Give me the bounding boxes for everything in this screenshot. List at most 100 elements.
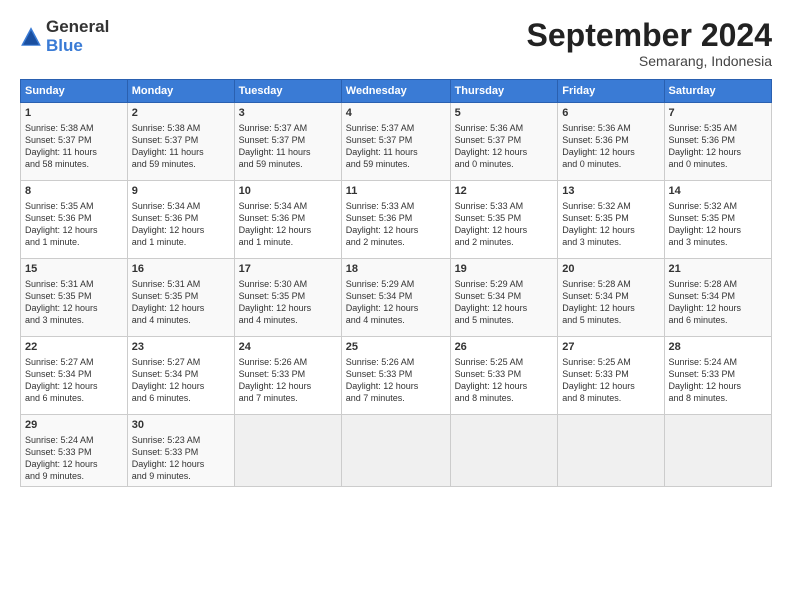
table-row: 1Sunrise: 5:38 AMSunset: 5:37 PMDaylight… <box>21 103 128 181</box>
day-info: Daylight: 12 hours <box>669 302 767 314</box>
table-row <box>664 415 771 486</box>
day-info: and 59 minutes. <box>239 158 337 170</box>
day-info: and 7 minutes. <box>346 392 446 404</box>
day-info: Sunset: 5:34 PM <box>25 368 123 380</box>
day-info: Daylight: 12 hours <box>346 302 446 314</box>
day-info: Daylight: 12 hours <box>562 146 659 158</box>
table-row: 6Sunrise: 5:36 AMSunset: 5:36 PMDaylight… <box>558 103 664 181</box>
day-info: Sunrise: 5:26 AM <box>239 356 337 368</box>
day-info: Sunset: 5:36 PM <box>346 212 446 224</box>
day-info: and 3 minutes. <box>669 236 767 248</box>
day-number: 23 <box>132 340 230 355</box>
day-info: Sunset: 5:35 PM <box>669 212 767 224</box>
day-info: Daylight: 12 hours <box>562 380 659 392</box>
col-friday: Friday <box>558 80 664 103</box>
day-number: 28 <box>669 340 767 355</box>
table-row: 5Sunrise: 5:36 AMSunset: 5:37 PMDaylight… <box>450 103 558 181</box>
day-info: Sunset: 5:34 PM <box>132 368 230 380</box>
logo-text: General Blue <box>46 18 109 55</box>
day-info: and 0 minutes. <box>669 158 767 170</box>
day-info: and 0 minutes. <box>562 158 659 170</box>
table-row: 11Sunrise: 5:33 AMSunset: 5:36 PMDayligh… <box>341 181 450 259</box>
day-info: Sunrise: 5:37 AM <box>239 122 337 134</box>
table-row: 23Sunrise: 5:27 AMSunset: 5:34 PMDayligh… <box>127 337 234 415</box>
table-row: 4Sunrise: 5:37 AMSunset: 5:37 PMDaylight… <box>341 103 450 181</box>
table-row <box>558 415 664 486</box>
table-row: 8Sunrise: 5:35 AMSunset: 5:36 PMDaylight… <box>21 181 128 259</box>
day-info: and 59 minutes. <box>346 158 446 170</box>
day-info: and 4 minutes. <box>132 314 230 326</box>
table-row: 9Sunrise: 5:34 AMSunset: 5:36 PMDaylight… <box>127 181 234 259</box>
day-number: 29 <box>25 418 123 433</box>
day-number: 11 <box>346 184 446 199</box>
day-info: Sunset: 5:36 PM <box>562 134 659 146</box>
day-info: Sunrise: 5:26 AM <box>346 356 446 368</box>
table-row: 20Sunrise: 5:28 AMSunset: 5:34 PMDayligh… <box>558 259 664 337</box>
day-info: Sunrise: 5:29 AM <box>455 278 554 290</box>
day-info: Sunset: 5:36 PM <box>132 212 230 224</box>
table-row: 28Sunrise: 5:24 AMSunset: 5:33 PMDayligh… <box>664 337 771 415</box>
table-row: 22Sunrise: 5:27 AMSunset: 5:34 PMDayligh… <box>21 337 128 415</box>
subtitle: Semarang, Indonesia <box>527 53 772 69</box>
table-row: 17Sunrise: 5:30 AMSunset: 5:35 PMDayligh… <box>234 259 341 337</box>
day-info: Sunset: 5:35 PM <box>25 290 123 302</box>
day-info: Sunset: 5:33 PM <box>562 368 659 380</box>
day-info: and 3 minutes. <box>25 314 123 326</box>
table-row: 18Sunrise: 5:29 AMSunset: 5:34 PMDayligh… <box>341 259 450 337</box>
day-info: Sunset: 5:37 PM <box>25 134 123 146</box>
day-number: 18 <box>346 262 446 277</box>
table-row: 15Sunrise: 5:31 AMSunset: 5:35 PMDayligh… <box>21 259 128 337</box>
table-row: 7Sunrise: 5:35 AMSunset: 5:36 PMDaylight… <box>664 103 771 181</box>
day-info: Sunrise: 5:34 AM <box>239 200 337 212</box>
day-info: Sunset: 5:34 PM <box>562 290 659 302</box>
day-number: 21 <box>669 262 767 277</box>
day-info: Sunrise: 5:32 AM <box>562 200 659 212</box>
day-info: Sunrise: 5:36 AM <box>455 122 554 134</box>
day-number: 27 <box>562 340 659 355</box>
table-row: 12Sunrise: 5:33 AMSunset: 5:35 PMDayligh… <box>450 181 558 259</box>
day-info: Sunrise: 5:27 AM <box>25 356 123 368</box>
day-number: 30 <box>132 418 230 433</box>
day-info: Sunrise: 5:37 AM <box>346 122 446 134</box>
day-number: 24 <box>239 340 337 355</box>
day-info: Daylight: 12 hours <box>346 224 446 236</box>
day-info: and 4 minutes. <box>239 314 337 326</box>
day-info: Sunrise: 5:23 AM <box>132 434 230 446</box>
day-info: Sunset: 5:36 PM <box>239 212 337 224</box>
col-tuesday: Tuesday <box>234 80 341 103</box>
day-number: 8 <box>25 184 123 199</box>
day-info: Sunrise: 5:29 AM <box>346 278 446 290</box>
day-info: Sunrise: 5:33 AM <box>346 200 446 212</box>
day-info: Sunset: 5:35 PM <box>562 212 659 224</box>
day-info: Sunrise: 5:34 AM <box>132 200 230 212</box>
table-row: 10Sunrise: 5:34 AMSunset: 5:36 PMDayligh… <box>234 181 341 259</box>
day-info: and 3 minutes. <box>562 236 659 248</box>
day-number: 5 <box>455 106 554 121</box>
header: General Blue September 2024 Semarang, In… <box>20 18 772 69</box>
table-row: 27Sunrise: 5:25 AMSunset: 5:33 PMDayligh… <box>558 337 664 415</box>
day-info: Daylight: 12 hours <box>455 380 554 392</box>
day-info: Sunrise: 5:35 AM <box>669 122 767 134</box>
day-info: Sunrise: 5:35 AM <box>25 200 123 212</box>
logo-icon <box>20 26 42 48</box>
day-info: Daylight: 12 hours <box>25 302 123 314</box>
table-row: 13Sunrise: 5:32 AMSunset: 5:35 PMDayligh… <box>558 181 664 259</box>
col-monday: Monday <box>127 80 234 103</box>
day-info: Daylight: 11 hours <box>132 146 230 158</box>
day-info: Sunrise: 5:38 AM <box>25 122 123 134</box>
day-info: Sunset: 5:34 PM <box>346 290 446 302</box>
day-number: 6 <box>562 106 659 121</box>
day-info: Sunrise: 5:25 AM <box>562 356 659 368</box>
day-info: Daylight: 12 hours <box>25 224 123 236</box>
day-number: 4 <box>346 106 446 121</box>
col-saturday: Saturday <box>664 80 771 103</box>
day-info: Daylight: 12 hours <box>239 380 337 392</box>
day-number: 1 <box>25 106 123 121</box>
day-info: Daylight: 12 hours <box>132 224 230 236</box>
day-info: and 2 minutes. <box>455 236 554 248</box>
day-info: Sunset: 5:33 PM <box>239 368 337 380</box>
day-info: Sunrise: 5:33 AM <box>455 200 554 212</box>
day-number: 10 <box>239 184 337 199</box>
day-info: Sunset: 5:33 PM <box>346 368 446 380</box>
day-number: 16 <box>132 262 230 277</box>
